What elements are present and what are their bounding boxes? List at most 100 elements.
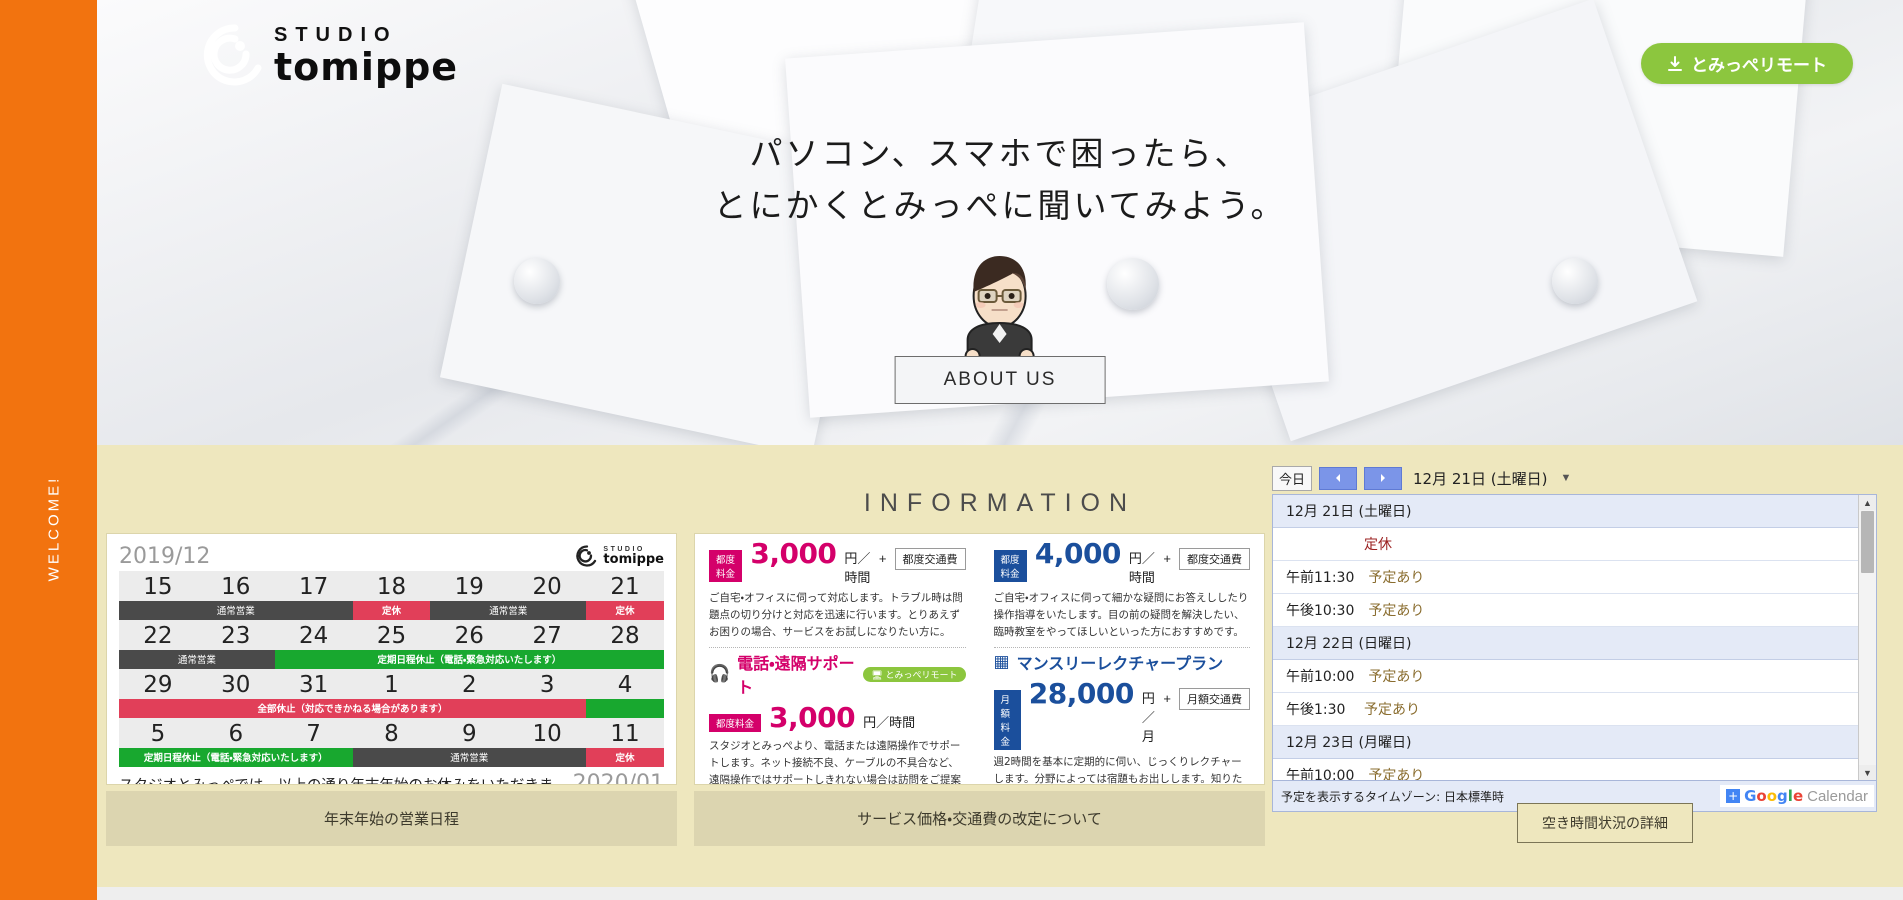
calendar-icon: ▦ <box>993 652 1010 671</box>
scroll-up-arrow-icon[interactable]: ▲ <box>1859 495 1876 510</box>
price-item-amount: 4,000 <box>1034 537 1122 570</box>
gcal-event-time: 午前10:00 <box>1286 768 1355 780</box>
calendar-day-cell: 21 <box>586 571 664 601</box>
price-item-unit: 円／時間 <box>863 716 916 731</box>
calendar-status-label <box>586 699 664 718</box>
decorative-magnet <box>514 258 560 304</box>
calendar-day-cell: 28 <box>586 620 664 650</box>
mascot-avatar-icon <box>965 256 1035 366</box>
gcal-current-date: 12月 21日 (土曜日) <box>1413 469 1548 488</box>
gcal-event-title: 予定あり <box>1368 768 1425 780</box>
calendar-status-label: 通常営業 <box>352 748 587 767</box>
calendar-week-numbers: 29 30 31 1 2 3 4 <box>119 669 664 699</box>
gcal-scrollbar-thumb[interactable] <box>1861 511 1874 573</box>
gcal-prev-button[interactable] <box>1319 466 1358 490</box>
gcal-event-time: 午前10:00 <box>1286 669 1355 685</box>
hero-headline-line2: とにかくとみっぺに聞いてみよう。 <box>713 186 1287 226</box>
price-item-divider <box>993 647 1250 648</box>
price-column-visit: 都度料金 3,000 円／時間 + 都度交通費 ご自宅・オフィスに伺って対応します。トラブ… <box>695 534 980 784</box>
price-item-amount: 3,000 <box>769 701 856 734</box>
calendar-wordmark: Calendar <box>1807 787 1868 805</box>
card-caption-holiday-schedule[interactable]: 年末年始の営業日程 <box>106 791 677 846</box>
decorative-magnet <box>1107 258 1159 310</box>
gcal-event-time <box>1286 534 1350 554</box>
gcal-scrollbar[interactable]: ▲ ▼ <box>1858 495 1876 780</box>
google-wordmark: Google <box>1744 787 1804 805</box>
information-card-price-revision[interactable]: 都度料金 3,000 円／時間 + 都度交通費 ご自宅・オフィスに伺って対応します。トラブ… <box>694 533 1265 846</box>
calendar-day-cell: 18 <box>352 571 431 601</box>
price-item-header: ▦ マンスリーレクチャープラン <box>994 650 1251 674</box>
scroll-down-arrow-icon[interactable]: ▼ <box>1859 765 1876 780</box>
hero-headline: パソコン、スマホで困ったら、 とにかくとみっぺに聞いてみよう。 <box>97 128 1903 232</box>
calendar-day-cell: 17 <box>274 571 353 601</box>
information-card-holiday-schedule[interactable]: 2019/12 STUDIO tomippe 15 16 17 18 19 20… <box>106 533 677 846</box>
about-us-button[interactable]: ABOUT US <box>894 356 1106 404</box>
card-caption-price-revision[interactable]: サービス価格・交通費の改定について <box>694 791 1265 846</box>
site-logo[interactable]: STUDIO tomippe <box>202 22 458 88</box>
google-calendar-logo[interactable]: + Google Calendar <box>1720 785 1874 807</box>
gcal-day-header: 12月 22日 (日曜日) <box>1273 627 1859 660</box>
gcal-event-title: 定休 <box>1364 537 1392 553</box>
price-item-plus: + <box>1163 691 1171 706</box>
decorative-magnet <box>1552 258 1598 304</box>
calendar-status-label: 定期日程休止（電話・緊急対応いたします） <box>119 748 353 767</box>
tomippe-remote-label: とみっぺリモート <box>1691 56 1827 76</box>
price-item-pill: 🖥 とみっぺリモート <box>863 666 966 682</box>
left-orange-rail: WELCOME! <box>0 0 97 900</box>
calendar-day-cell: 4 <box>586 669 664 699</box>
price-item-amount: 28,000 <box>1028 677 1135 710</box>
gcal-event-row[interactable]: 午前10:00 予定あり <box>1273 759 1859 780</box>
calendar-status-label: 全部休止（対応できかねる場合があります） <box>119 699 587 718</box>
price-item-divider <box>709 647 966 648</box>
calendar-day-cell: 20 <box>508 571 587 601</box>
calendar-day-cell: 25 <box>352 620 431 650</box>
price-item-description: ご自宅・オフィスに伺って細かな疑問にお答えししたり操作指導をいたします。目の前の… <box>993 592 1249 638</box>
calendar-status-label: 定休 <box>352 601 431 620</box>
price-item: ▦ マンスリーレクチャープラン 月額料金 28,000 円／月 + 月額交通費 週2時間を基本… <box>993 650 1251 784</box>
welcome-vertical-text: WELCOME! <box>45 475 63 582</box>
calendar-week-labels: 定期日程休止（電話・緊急対応いたします） 通常営業 定休 <box>119 748 664 767</box>
price-item: 🎧 電話・遠隔サポート 🖥 とみっぺリモート 都度料金 3,000 円／時間 スタジオとみっ… <box>709 650 966 784</box>
tomippe-remote-button[interactable]: とみっぺリモート <box>1641 43 1853 84</box>
gcal-event-row[interactable]: 定休 <box>1273 528 1859 561</box>
tomippe-e-logo-icon <box>203 24 262 86</box>
gcal-next-button[interactable] <box>1364 466 1403 490</box>
holiday-calendar-table: 15 16 17 18 19 20 21 通常営業 定休 通常営業 定休 22 23 24 25 26 27 28… <box>119 571 664 767</box>
calendar-month-start: 2019/12 <box>119 544 211 569</box>
price-item-plus: + <box>1163 551 1171 566</box>
gcal-event-row[interactable]: 午前10:00 予定あり <box>1273 660 1859 693</box>
gcal-agenda-list: 12月 21日 (土曜日) 定休 午前11:30 予定あり 午後10:30 予定あり 12月… <box>1273 495 1859 780</box>
calendar-status-label: 通常営業 <box>430 601 587 620</box>
chevron-down-icon[interactable]: ▼ <box>1560 472 1571 484</box>
calendar-day-cell: 19 <box>430 571 509 601</box>
calendar-day-cell: 26 <box>430 620 509 650</box>
price-item-amount-row: 都度料金 4,000 円／時間 + 都度交通費 <box>993 537 1250 586</box>
price-item: 都度料金 4,000 円／時間 + 都度交通費 ご自宅・オフィスに伺って細かな疑問にお答え… <box>993 537 1250 648</box>
gcal-today-button[interactable]: 今日 <box>1272 465 1313 491</box>
calendar-day-cell: 16 <box>196 571 275 601</box>
holiday-calendar-graphic: 2019/12 STUDIO tomippe 15 16 17 18 19 20… <box>106 533 677 785</box>
price-item-tag: 月額料金 <box>993 690 1021 750</box>
gcal-toolbar: 今日 12月 21日 (土曜日) ▼ <box>1272 465 1877 491</box>
calendar-day-cell: 8 <box>352 718 431 748</box>
gcal-event-title: 予定あり <box>1368 669 1425 685</box>
calendar-day-cell: 5 <box>119 718 197 748</box>
gcal-event-row[interactable]: 午後1:30 予定あり <box>1273 693 1859 726</box>
headset-icon: 🎧 <box>709 664 731 683</box>
calendar-week-labels: 全部休止（対応できかねる場合があります） <box>119 699 664 718</box>
calendar-day-cell: 31 <box>274 669 353 699</box>
plus-icon: + <box>1726 789 1741 803</box>
calendar-day-cell: 24 <box>274 620 353 650</box>
calendar-week-numbers: 22 23 24 25 26 27 28 <box>119 620 664 650</box>
gcal-event-title: 予定あり <box>1368 570 1425 586</box>
gcal-event-row[interactable]: 午後10:30 予定あり <box>1273 594 1859 627</box>
gcal-event-row[interactable]: 午前11:30 予定あり <box>1273 561 1859 594</box>
price-item-unit: 円／月 <box>1141 692 1155 745</box>
hero-headline-line1: パソコン、スマホで困ったら、 <box>749 134 1251 173</box>
calendar-status-label: 定休 <box>586 748 664 767</box>
calendar-day-cell: 11 <box>586 718 664 748</box>
availability-detail-button[interactable]: 空き時間状況の詳細 <box>1517 803 1693 843</box>
price-item-tag: 都度料金 <box>709 550 743 582</box>
calendar-week-labels: 通常営業 定期日程休止（電話・緊急対応いたします） <box>119 650 664 669</box>
price-item-tag: 都度料金 <box>709 714 762 732</box>
